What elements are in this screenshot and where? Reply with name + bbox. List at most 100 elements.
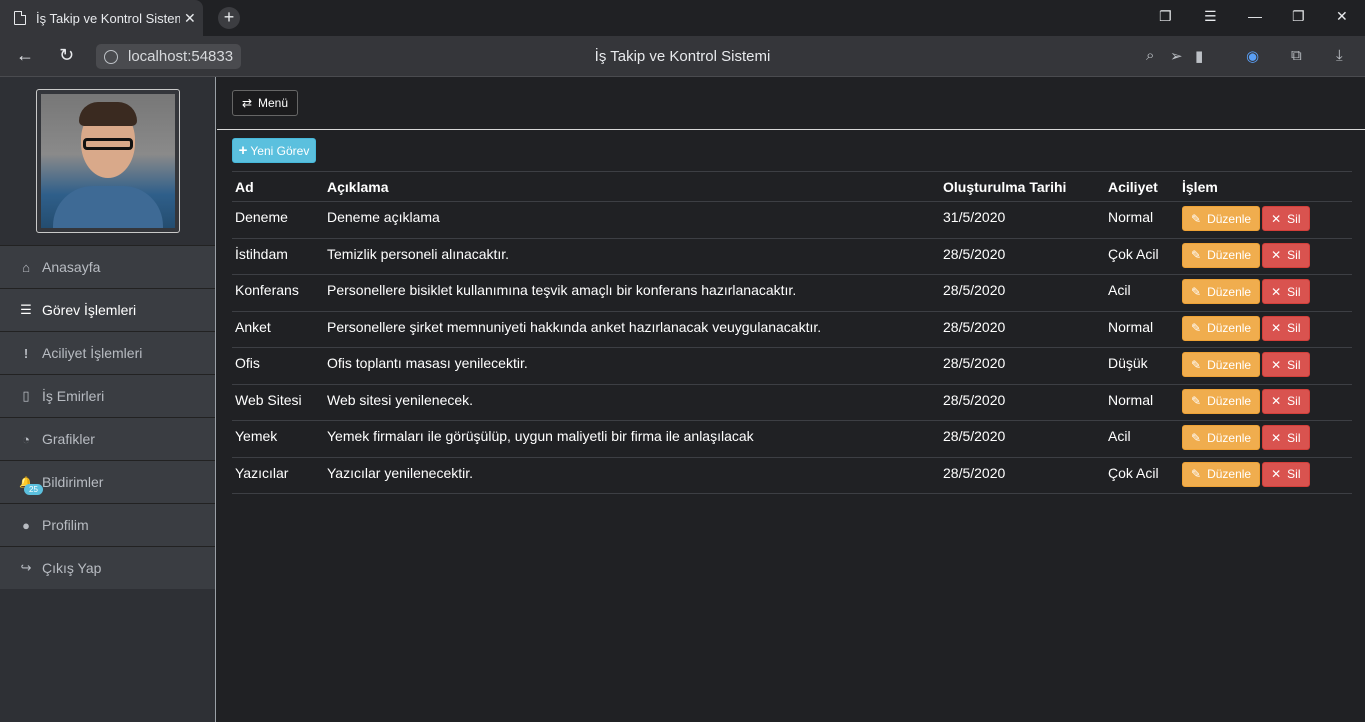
sidebar-item-label: İş Emirleri (42, 388, 105, 404)
send-icon[interactable]: ➢ (1170, 47, 1183, 65)
task-urgency: Düşük (1105, 347, 1179, 385)
plus-icon: + (238, 142, 248, 159)
table-row: Deneme Deneme açıklama 31/5/2020 Normal ✎ Düz… (232, 201, 1352, 239)
find-icon[interactable]: ⌕ (1146, 47, 1154, 64)
column-header-ad: Ad (232, 171, 324, 202)
extension-icon[interactable]: ◉ (1246, 47, 1259, 65)
task-name: İstihdam (232, 238, 324, 275)
delete-label: Sil (1287, 467, 1301, 481)
reload-icon[interactable]: ↻ (59, 45, 74, 66)
edit-label: Düzenle (1207, 321, 1252, 335)
task-actions: ✎ Düzenle ✕ Sil (1179, 384, 1352, 421)
delete-label: Sil (1287, 357, 1301, 372)
sidebar-item-bildirimler[interactable]: 🔔 Bildirimler 25 (0, 460, 215, 503)
tasks-icon: ☰ (20, 302, 32, 317)
sidebar-item-aciliyet-islemleri[interactable]: ! Aciliyet İşlemleri (0, 331, 215, 374)
edit-button[interactable]: ✎ Düzenle (1182, 242, 1261, 268)
edit-button[interactable]: ✎ Düzenle (1182, 388, 1261, 414)
task-urgency: Çok Acil (1105, 457, 1179, 494)
sidebar-item-label: Grafikler (42, 431, 95, 447)
edit-icon: ✎ (1191, 321, 1202, 335)
task-name: Web Sitesi (232, 384, 324, 421)
task-name: Yazıcılar (232, 457, 324, 494)
edit-button[interactable]: ✎ Düzenle (1182, 279, 1261, 304)
task-urgency: Normal (1105, 201, 1179, 239)
tab-search-icon[interactable]: ❐ (1159, 8, 1172, 25)
edit-icon: ✎ (1191, 248, 1202, 262)
close-icon: ✕ (1271, 430, 1282, 445)
edit-label: Düzenle (1207, 248, 1252, 262)
edit-button[interactable]: ✎ Düzenle (1182, 206, 1261, 231)
profile-photo-frame (36, 89, 180, 233)
task-date: 28/5/2020 (940, 274, 1105, 312)
edit-button[interactable]: ✎ Düzenle (1182, 315, 1261, 341)
bookmark-icon[interactable]: ▮ (1195, 47, 1203, 65)
new-task-button[interactable]: + Yeni Görev (232, 138, 316, 163)
back-icon[interactable]: ← (16, 45, 34, 66)
sidebar-item-is-emirleri[interactable]: ▯ İş Emirleri (0, 374, 215, 417)
column-header-aciliyet: Aciliyet (1105, 171, 1179, 202)
delete-button[interactable]: ✕ Sil (1262, 242, 1310, 268)
task-date: 28/5/2020 (940, 384, 1105, 421)
delete-button[interactable]: ✕ Sil (1262, 352, 1310, 377)
tab-close-icon[interactable]: ✕ (184, 10, 196, 27)
sidebar-item-cikis-yap[interactable]: ↪ Çıkış Yap (0, 546, 215, 589)
task-actions: ✎ Düzenle ✕ Sil (1179, 347, 1352, 385)
menu-toggle-button[interactable]: ⇄ Menü (232, 90, 298, 116)
delete-label: Sil (1287, 394, 1301, 408)
delete-button[interactable]: ✕ Sil (1262, 315, 1310, 341)
restore-icon[interactable]: ❐ (1292, 8, 1305, 25)
edit-button[interactable]: ✎ Düzenle (1182, 425, 1261, 450)
delete-button[interactable]: ✕ Sil (1262, 388, 1310, 414)
close-icon: ✕ (1271, 211, 1282, 226)
sidebar-item-label: Çıkış Yap (42, 560, 102, 576)
main-content: ⇄ Menü + Yeni Görev Ad Açıklama Oluşturu… (217, 77, 1365, 722)
edit-label: Düzenle (1207, 284, 1252, 299)
edit-button[interactable]: ✎ Düzenle (1182, 461, 1261, 487)
task-name: Yemek (232, 420, 324, 458)
edit-icon: ✎ (1191, 357, 1202, 372)
delete-button[interactable]: ✕ Sil (1262, 279, 1310, 304)
task-actions: ✎ Düzenle ✕ Sil (1179, 457, 1352, 494)
close-window-icon[interactable]: ✕ (1336, 8, 1348, 25)
task-urgency: Normal (1105, 384, 1179, 421)
edit-label: Düzenle (1207, 467, 1252, 481)
task-description: Ofis toplantı masası yenilecektir. (324, 347, 940, 385)
browser-tab[interactable]: İş Takip ve Kontrol Sistemi ✕ (0, 0, 203, 36)
download-icon[interactable]: ⤓ (1336, 47, 1343, 64)
page-icon (14, 11, 26, 25)
url-text: localhost:54833 (128, 48, 234, 65)
home-icon: ⌂ (22, 259, 30, 275)
sidebar-item-gorev-islemleri[interactable]: ☰ Görev İşlemleri (0, 288, 215, 331)
close-icon: ✕ (1271, 248, 1282, 262)
close-icon: ✕ (1271, 394, 1282, 408)
browser-toolbar: ← ↻ localhost:54833 İş Takip ve Kontrol … (0, 36, 1365, 77)
new-tab-button[interactable]: + (218, 7, 240, 29)
delete-button[interactable]: ✕ Sil (1262, 425, 1310, 450)
sidebar-item-grafikler[interactable]: ◔ Grafikler (0, 417, 215, 460)
edit-button[interactable]: ✎ Düzenle (1182, 352, 1261, 377)
sidebar-item-profilim[interactable]: ● Profilim (0, 503, 215, 546)
browser-menu-icon[interactable]: ☰ (1204, 8, 1217, 25)
delete-button[interactable]: ✕ Sil (1262, 461, 1310, 487)
address-bar[interactable]: localhost:54833 (96, 44, 242, 69)
globe-icon (104, 49, 118, 64)
task-description: Temizlik personeli alınacaktır. (324, 238, 940, 275)
sidebar-item-label: Bildirimler (42, 474, 104, 490)
sidebar-item-anasayfa[interactable]: ⌂ Anasayfa (0, 245, 215, 288)
delete-label: Sil (1287, 430, 1301, 445)
table-row: Yazıcılar Yazıcılar yenilenecektir. 28/5/2… (232, 457, 1352, 494)
task-description: Yazıcılar yenilenecektir. (324, 457, 940, 494)
delete-label: Sil (1287, 248, 1301, 262)
sidebar-nav: ⌂ Anasayfa ☰ Görev İşlemleri ! Aciliyet … (0, 245, 215, 589)
edit-label: Düzenle (1207, 394, 1252, 408)
close-icon: ✕ (1271, 357, 1282, 372)
delete-button[interactable]: ✕ Sil (1262, 206, 1310, 231)
task-date: 31/5/2020 (940, 201, 1105, 239)
task-name: Ofis (232, 347, 324, 385)
extensions-icon[interactable]: ⧉ (1291, 47, 1302, 64)
divider (217, 129, 1365, 130)
task-urgency: Acil (1105, 274, 1179, 312)
pie-chart-icon: ◔ (22, 431, 30, 447)
minimize-icon[interactable]: — (1248, 8, 1262, 24)
